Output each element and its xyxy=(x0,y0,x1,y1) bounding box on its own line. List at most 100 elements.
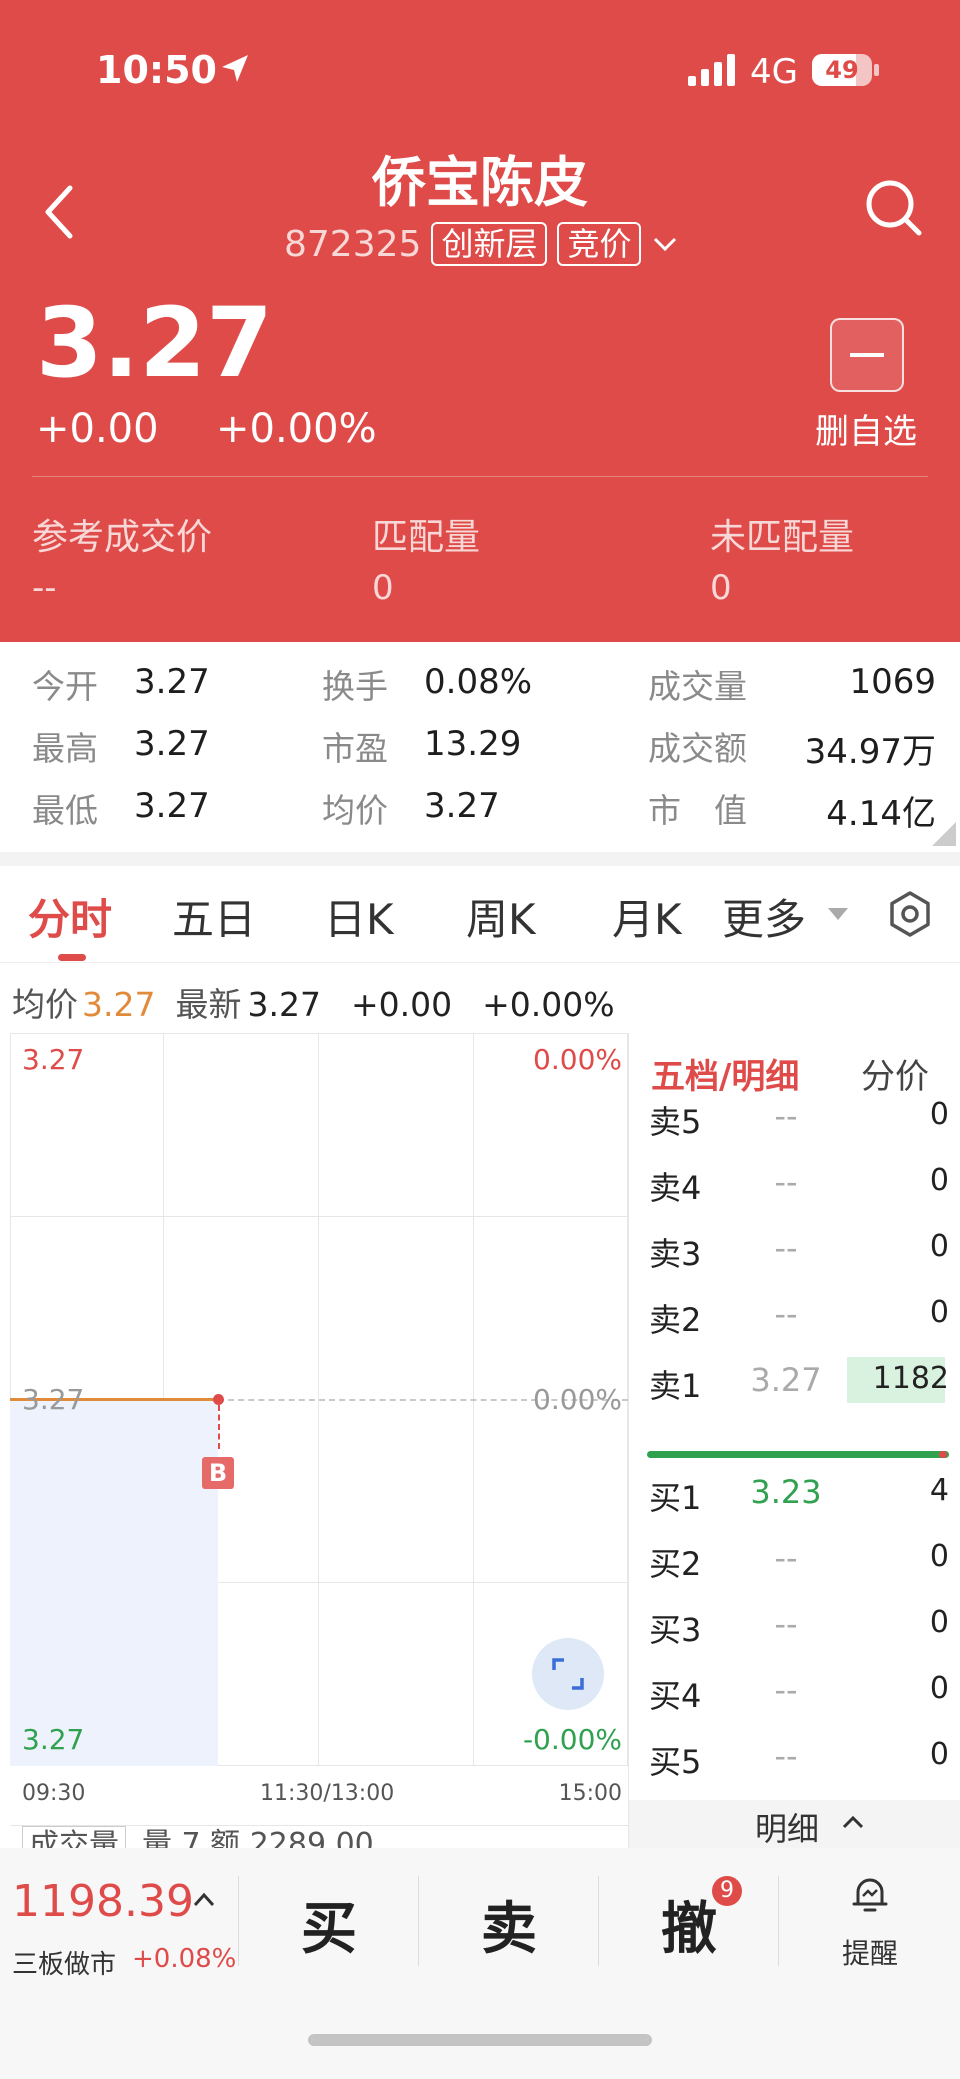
alert-label: 提醒 xyxy=(841,1937,898,1970)
info-change-pct: +0.00% xyxy=(482,985,615,1024)
remove-watchlist-button[interactable] xyxy=(830,318,904,392)
expand-corner-icon[interactable] xyxy=(932,822,956,846)
index-pct: +0.08% xyxy=(132,1944,237,1974)
ask-level-label: 卖2 xyxy=(649,1301,702,1339)
stock-name: 侨宝陈皮 xyxy=(372,151,588,214)
avg-label: 均价 xyxy=(12,985,78,1024)
tab-weekly-k[interactable]: 周K xyxy=(466,886,536,947)
ask-price: -- xyxy=(774,1163,798,1201)
axis-mid-pct: 0.00% xyxy=(533,1383,622,1416)
stat-value: 13.29 xyxy=(424,724,522,764)
stat-value: 34.97万 xyxy=(804,732,936,772)
ref-price-value: -- xyxy=(32,568,57,608)
axis-mid-price: 3.27 xyxy=(22,1383,85,1416)
tab-daily-k[interactable]: 日K xyxy=(324,886,394,947)
ask-volume: 0 xyxy=(929,1097,949,1132)
time-end: 15:00 xyxy=(558,1781,622,1806)
bid-price: -- xyxy=(774,1737,798,1775)
back-icon[interactable] xyxy=(40,184,80,240)
intraday-info-row: 均价 3.27 最新 3.27 +0.00 +0.00% xyxy=(12,978,615,1026)
buy-marker[interactable]: B xyxy=(202,1457,234,1489)
signal-icon xyxy=(688,54,735,86)
axis-top-price: 3.27 xyxy=(22,1043,85,1076)
stat-label: 今开 xyxy=(32,667,98,706)
matched-label: 匹配量 xyxy=(372,517,481,558)
search-icon[interactable] xyxy=(864,178,924,238)
section-separator xyxy=(0,852,960,866)
bid-price: 3.23 xyxy=(750,1473,822,1511)
stock-header: 10:50 4G 49 侨宝陈皮 872325 创新层 竞价 3.27 +0.0… xyxy=(0,0,960,642)
stat-label: 均价 xyxy=(322,791,388,830)
stat-label: 最低 xyxy=(32,791,98,830)
alert-button[interactable]: 提醒 xyxy=(780,1848,960,1998)
tab-level-five[interactable]: 五档/明细 xyxy=(651,1049,799,1098)
stat-label: 市 值 xyxy=(648,791,747,830)
ask-price: -- xyxy=(774,1229,798,1267)
ask-volume: 0 xyxy=(929,1295,949,1330)
index-ticker[interactable]: 1198.39 三板做市 +0.08% xyxy=(0,1848,240,1980)
sell-button[interactable]: 卖 xyxy=(420,1848,598,1998)
bid-price: -- xyxy=(774,1605,798,1643)
stock-code-row[interactable]: 872325 创新层 竞价 xyxy=(284,222,679,266)
tab-more[interactable]: 更多 xyxy=(722,886,806,947)
latest-value: 3.27 xyxy=(247,985,321,1024)
settings-icon[interactable] xyxy=(886,890,934,938)
tag-innovation-tier: 创新层 xyxy=(431,222,548,266)
time-mid: 11:30/13:00 xyxy=(260,1781,395,1806)
buy-sell-ratio-bar xyxy=(647,1451,949,1458)
volume-label[interactable]: 成交量 xyxy=(22,1826,126,1849)
chevron-down-icon xyxy=(654,237,677,252)
bid-price: -- xyxy=(774,1671,798,1709)
stat-value: 3.27 xyxy=(134,662,210,702)
chevron-up-icon xyxy=(193,1892,215,1907)
bid-level-label: 买1 xyxy=(649,1479,702,1517)
stat-label: 成交额 xyxy=(648,729,747,768)
stat-label: 成交量 xyxy=(648,667,747,706)
stat-value: 4.14亿 xyxy=(826,794,936,834)
tab-intraday[interactable]: 分时 xyxy=(28,886,112,947)
ask-price: 3.27 xyxy=(750,1361,822,1399)
stat-value: 3.27 xyxy=(424,786,500,826)
ask-price: -- xyxy=(774,1097,798,1135)
bid-price: -- xyxy=(774,1539,798,1577)
stats-grid[interactable]: 今开 3.27 换手 0.08% 成交量 1069 最高 3.27 市盈 13.… xyxy=(0,642,960,852)
stat-value: 3.27 xyxy=(134,724,210,764)
stat-label: 最高 xyxy=(32,729,98,768)
detail-toggle[interactable]: 明细 xyxy=(629,1800,960,1848)
stat-value: 0.08% xyxy=(424,662,533,702)
remove-watchlist-label[interactable]: 删自选 xyxy=(808,404,924,453)
bell-icon xyxy=(852,1878,888,1912)
location-arrow-icon xyxy=(222,55,248,82)
bid-volume: 0 xyxy=(929,1671,949,1706)
home-indicator[interactable] xyxy=(308,2034,652,2046)
caret-down-icon[interactable] xyxy=(826,906,850,922)
time-start: 09:30 xyxy=(22,1781,86,1806)
chart-tabs: 分时 五日 日K 周K 月K 更多 xyxy=(0,866,960,963)
index-name: 三板做市 xyxy=(12,1950,117,1980)
tab-indicator xyxy=(58,954,86,961)
ask-level-label: 卖5 xyxy=(649,1103,702,1141)
tab-monthly-k[interactable]: 月K xyxy=(612,886,682,947)
bid-level-label: 买3 xyxy=(649,1611,702,1649)
cancel-order-button[interactable]: 撤 9 xyxy=(600,1848,778,1998)
axis-bottom-pct: -0.00% xyxy=(522,1723,622,1756)
stat-label: 换手 xyxy=(322,667,388,706)
unmatched-label: 未匹配量 xyxy=(710,517,855,558)
price-area-fill xyxy=(10,1399,218,1766)
intraday-chart[interactable]: B 3.27 0.00% 3.27 0.00% 3.27 -0.00% 09:3… xyxy=(10,1033,628,1849)
ask-volume: 0 xyxy=(929,1229,949,1264)
tag-auction: 竞价 xyxy=(557,222,642,266)
fullscreen-button[interactable] xyxy=(532,1638,604,1710)
pending-order-badge: 9 xyxy=(712,1876,742,1906)
index-value: 1198.39 xyxy=(12,1876,194,1927)
buy-button[interactable]: 买 xyxy=(240,1848,418,1998)
bid-level-label: 买5 xyxy=(649,1743,702,1781)
tab-five-day[interactable]: 五日 xyxy=(172,886,256,947)
stat-value: 1069 xyxy=(849,662,936,702)
last-point-dot xyxy=(213,1394,224,1405)
bottom-toolbar: 1198.39 三板做市 +0.08% 买 卖 撤 9 提醒 xyxy=(0,1848,960,2079)
ask-volume: 1182 xyxy=(872,1361,949,1396)
matched-value: 0 xyxy=(372,568,394,608)
unmatched-value: 0 xyxy=(710,568,732,608)
tab-price-dist[interactable]: 分价 xyxy=(861,1049,929,1098)
